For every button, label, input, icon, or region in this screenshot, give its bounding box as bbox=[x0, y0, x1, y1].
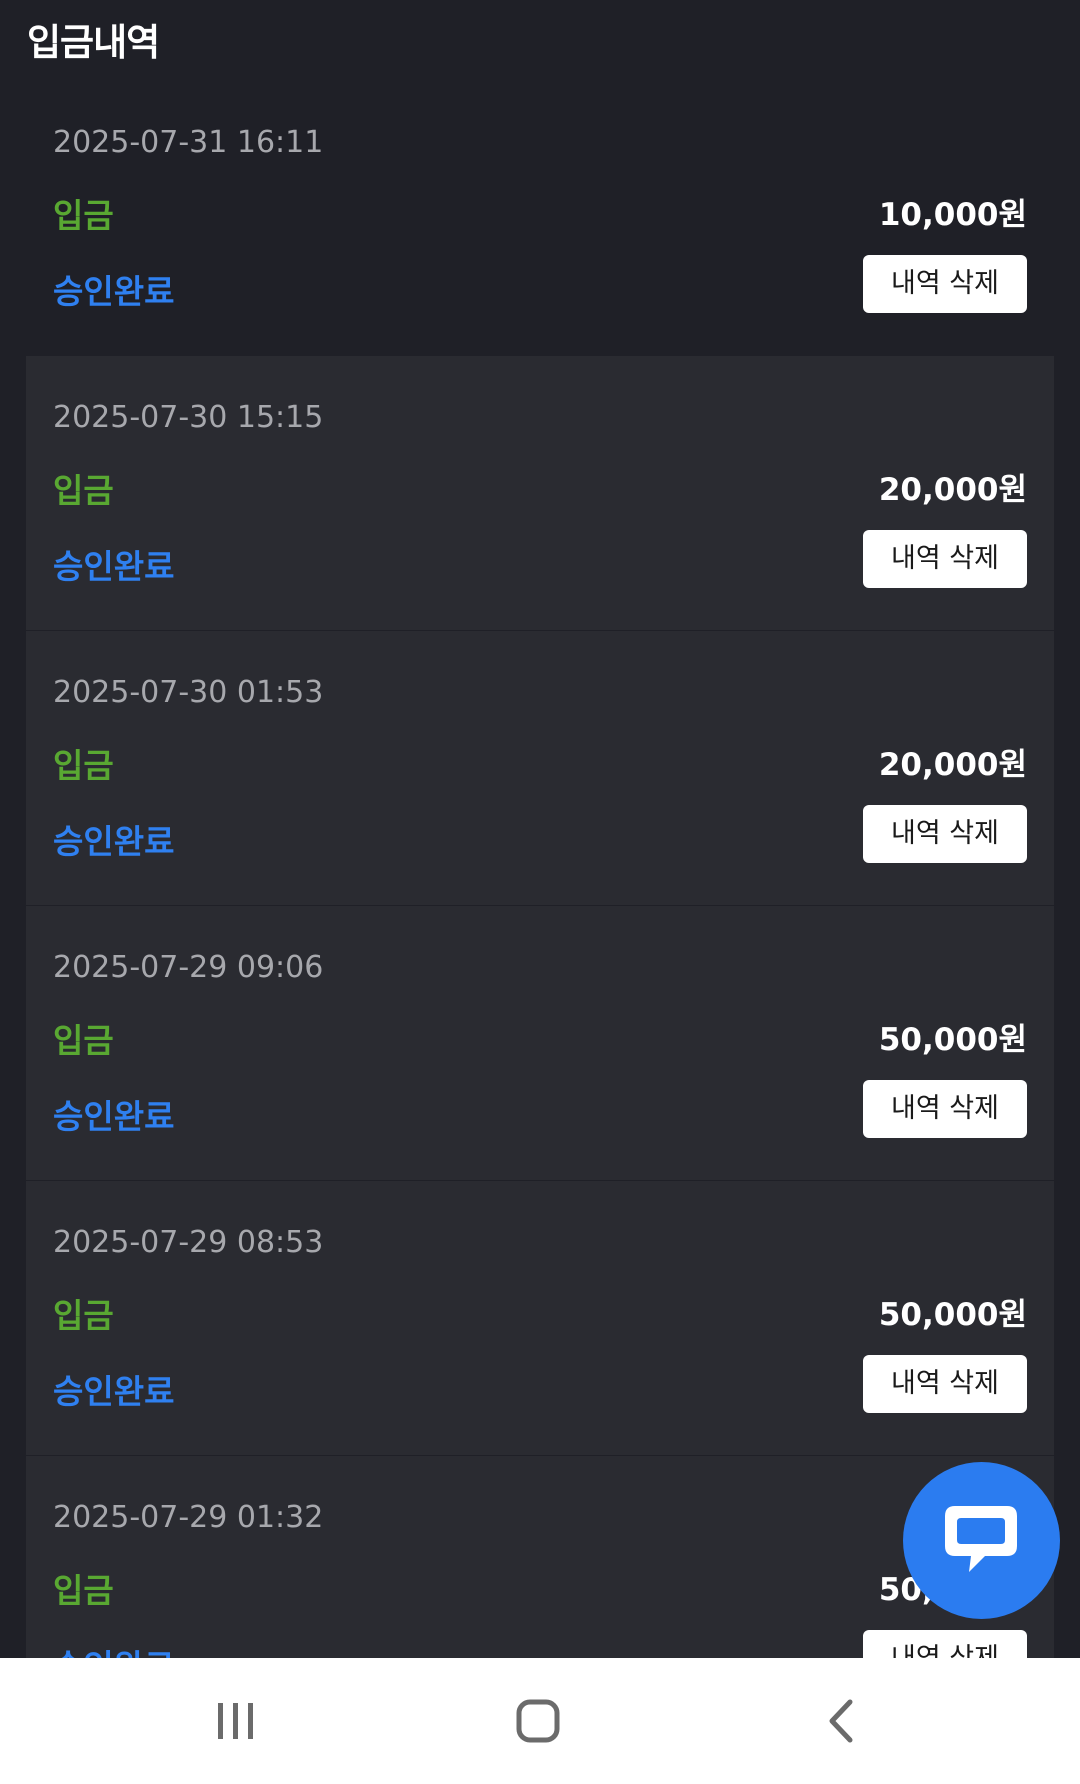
entry-date: 2025-07-29 01:32 bbox=[53, 1500, 324, 1535]
entry-status: 승인완료 bbox=[53, 822, 175, 861]
system-navigation-bar bbox=[0, 1658, 1080, 1784]
delete-entry-button[interactable]: 내역 삭제 bbox=[863, 255, 1027, 313]
home-icon bbox=[516, 1699, 560, 1743]
delete-entry-button[interactable]: 내역 삭제 bbox=[863, 1080, 1027, 1138]
list-item: 2025-07-31 16:11 입금 10,000원 승인완료 내역 삭제 bbox=[0, 81, 1080, 355]
entry-date: 2025-07-30 15:15 bbox=[53, 400, 324, 435]
list-item: 2025-07-29 09:06 입금 50,000원 승인완료 내역 삭제 bbox=[26, 905, 1054, 1180]
entry-type: 입금 bbox=[53, 1296, 114, 1335]
list-item: 2025-07-30 01:53 입금 20,000원 승인완료 내역 삭제 bbox=[26, 630, 1054, 905]
page-header: 입금내역 bbox=[0, 0, 1080, 76]
entry-status: 승인완료 bbox=[53, 1097, 175, 1136]
home-button[interactable] bbox=[458, 1658, 618, 1784]
back-chevron-icon bbox=[829, 1699, 853, 1743]
entry-date: 2025-07-31 16:11 bbox=[53, 125, 324, 160]
entry-date: 2025-07-29 08:53 bbox=[53, 1225, 324, 1260]
list-item: 2025-07-29 08:53 입금 50,000원 승인완료 내역 삭제 bbox=[26, 1180, 1054, 1455]
entry-type: 입금 bbox=[53, 471, 114, 510]
deposit-history-list: 2025-07-31 16:11 입금 10,000원 승인완료 내역 삭제 2… bbox=[0, 81, 1080, 1730]
entry-amount: 50,000원 bbox=[878, 1297, 1027, 1333]
entry-date: 2025-07-30 01:53 bbox=[53, 675, 324, 710]
entry-status: 승인완료 bbox=[53, 272, 175, 311]
list-item: 2025-07-30 15:15 입금 20,000원 승인완료 내역 삭제 bbox=[26, 355, 1054, 630]
entry-amount: 20,000원 bbox=[878, 747, 1027, 783]
back-button[interactable] bbox=[761, 1658, 921, 1784]
delete-entry-button[interactable]: 내역 삭제 bbox=[863, 530, 1027, 588]
entry-status: 승인완료 bbox=[53, 1372, 175, 1411]
entry-amount: 10,000원 bbox=[878, 197, 1027, 233]
entry-type: 입금 bbox=[53, 196, 114, 235]
entry-date: 2025-07-29 09:06 bbox=[53, 950, 324, 985]
delete-entry-button[interactable]: 내역 삭제 bbox=[863, 805, 1027, 863]
entry-amount: 20,000원 bbox=[878, 472, 1027, 508]
recent-apps-icon bbox=[218, 1703, 253, 1739]
entry-type: 입금 bbox=[53, 746, 114, 785]
chat-button[interactable] bbox=[903, 1462, 1060, 1619]
entry-status: 승인완료 bbox=[53, 547, 175, 586]
entry-type: 입금 bbox=[53, 1021, 114, 1060]
entry-type: 입금 bbox=[53, 1571, 114, 1610]
entry-amount: 50,000원 bbox=[878, 1022, 1027, 1058]
page-title: 입금내역 bbox=[27, 21, 160, 64]
recent-apps-button[interactable] bbox=[156, 1658, 316, 1784]
chat-bubble-icon bbox=[945, 1506, 1017, 1572]
delete-entry-button[interactable]: 내역 삭제 bbox=[863, 1355, 1027, 1413]
